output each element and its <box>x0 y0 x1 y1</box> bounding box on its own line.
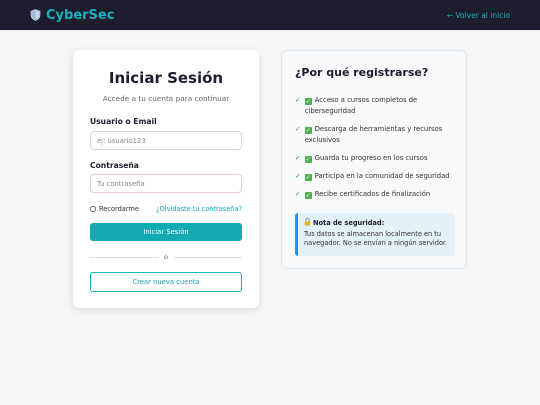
benefit-item: ✓ ✓ Guarda tu progreso en los cursos <box>295 153 455 164</box>
benefit-text: Descarga de herramientas y recursos excl… <box>304 125 443 144</box>
remember-me-label: Recordarme <box>99 205 139 213</box>
remember-me-checkbox[interactable] <box>90 206 96 212</box>
check-icon: ✓ <box>304 192 312 199</box>
check-icon: ✓ <box>304 127 312 134</box>
check-icon: ✓ <box>304 98 312 105</box>
lock-icon <box>304 218 311 230</box>
check-icon: ✓ <box>304 174 312 181</box>
brand[interactable]: CyberSec <box>30 8 114 23</box>
check-icon: ✓ <box>295 190 301 198</box>
benefits-list: ✓ ✓ Acceso a cursos completos de ciberseg… <box>295 95 455 207</box>
benefit-text-wrap: ✓ Participa en la comunidad de seguridad <box>304 171 450 182</box>
benefit-item: ✓ ✓ Descarga de herramientas y recursos e… <box>295 124 455 146</box>
password-label: Contraseña <box>90 161 139 170</box>
remember-me[interactable]: Recordarme <box>90 205 139 213</box>
create-account-button[interactable]: Crear nueva cuenta <box>90 272 242 292</box>
benefit-text: Recibe certificados de finalización <box>314 190 431 198</box>
top-navbar: CyberSec ← Volver al inicio <box>0 0 540 30</box>
check-icon: ✓ <box>295 154 301 162</box>
benefit-text-wrap: ✓ Guarda tu progreso en los cursos <box>304 153 428 164</box>
benefit-item: ✓ ✓ Participa en la comunidad de segurida… <box>295 171 455 182</box>
benefit-text-wrap: ✓ Recibe certificados de finalización <box>304 189 431 200</box>
benefit-text: Guarda tu progreso en los cursos <box>314 154 428 162</box>
note-title: Nota de seguridad: <box>313 219 385 227</box>
brand-name: CyberSec <box>46 7 115 23</box>
check-icon: ✓ <box>295 96 301 104</box>
back-to-home-link[interactable]: ← Volver al inicio <box>447 11 510 20</box>
password-input[interactable] <box>90 174 242 193</box>
info-card: ¿Por qué registrarse? ✓ ✓ Acceso a cursos… <box>281 50 467 269</box>
benefit-text: Participa en la comunidad de seguridad <box>314 172 450 180</box>
shield-icon <box>30 9 41 21</box>
login-subtitle: Accede a tu cuenta para continuar <box>102 94 230 103</box>
benefit-item: ✓ ✓ Recibe certificados de finalización <box>295 189 455 200</box>
username-input[interactable] <box>90 131 242 150</box>
check-icon: ✓ <box>304 156 312 163</box>
divider-line-right <box>174 257 242 258</box>
benefit-text-wrap: ✓ Acceso a cursos completos de cibersegur… <box>304 95 455 117</box>
benefit-text: Acceso a cursos completos de ciberseguri… <box>304 96 418 115</box>
note-text: Tus datos se almacenan localmente en tu … <box>304 229 448 248</box>
username-label: Usuario o Email <box>90 117 157 126</box>
info-title: ¿Por qué registrarse? <box>295 66 429 79</box>
check-icon: ✓ <box>295 172 301 180</box>
login-title: Iniciar Sesión <box>108 69 224 87</box>
security-note: Nota de seguridad: Tus datos se almacena… <box>295 213 455 256</box>
benefit-item: ✓ ✓ Acceso a cursos completos de ciberseg… <box>295 95 455 117</box>
benefit-text-wrap: ✓ Descarga de herramientas y recursos exc… <box>304 124 455 146</box>
login-submit-button[interactable]: Iniciar Sesión <box>90 223 242 241</box>
check-icon: ✓ <box>295 125 301 133</box>
forgot-password-link[interactable]: ¿Olvidaste tu contraseña? <box>156 205 242 213</box>
or-divider: o <box>90 253 242 261</box>
